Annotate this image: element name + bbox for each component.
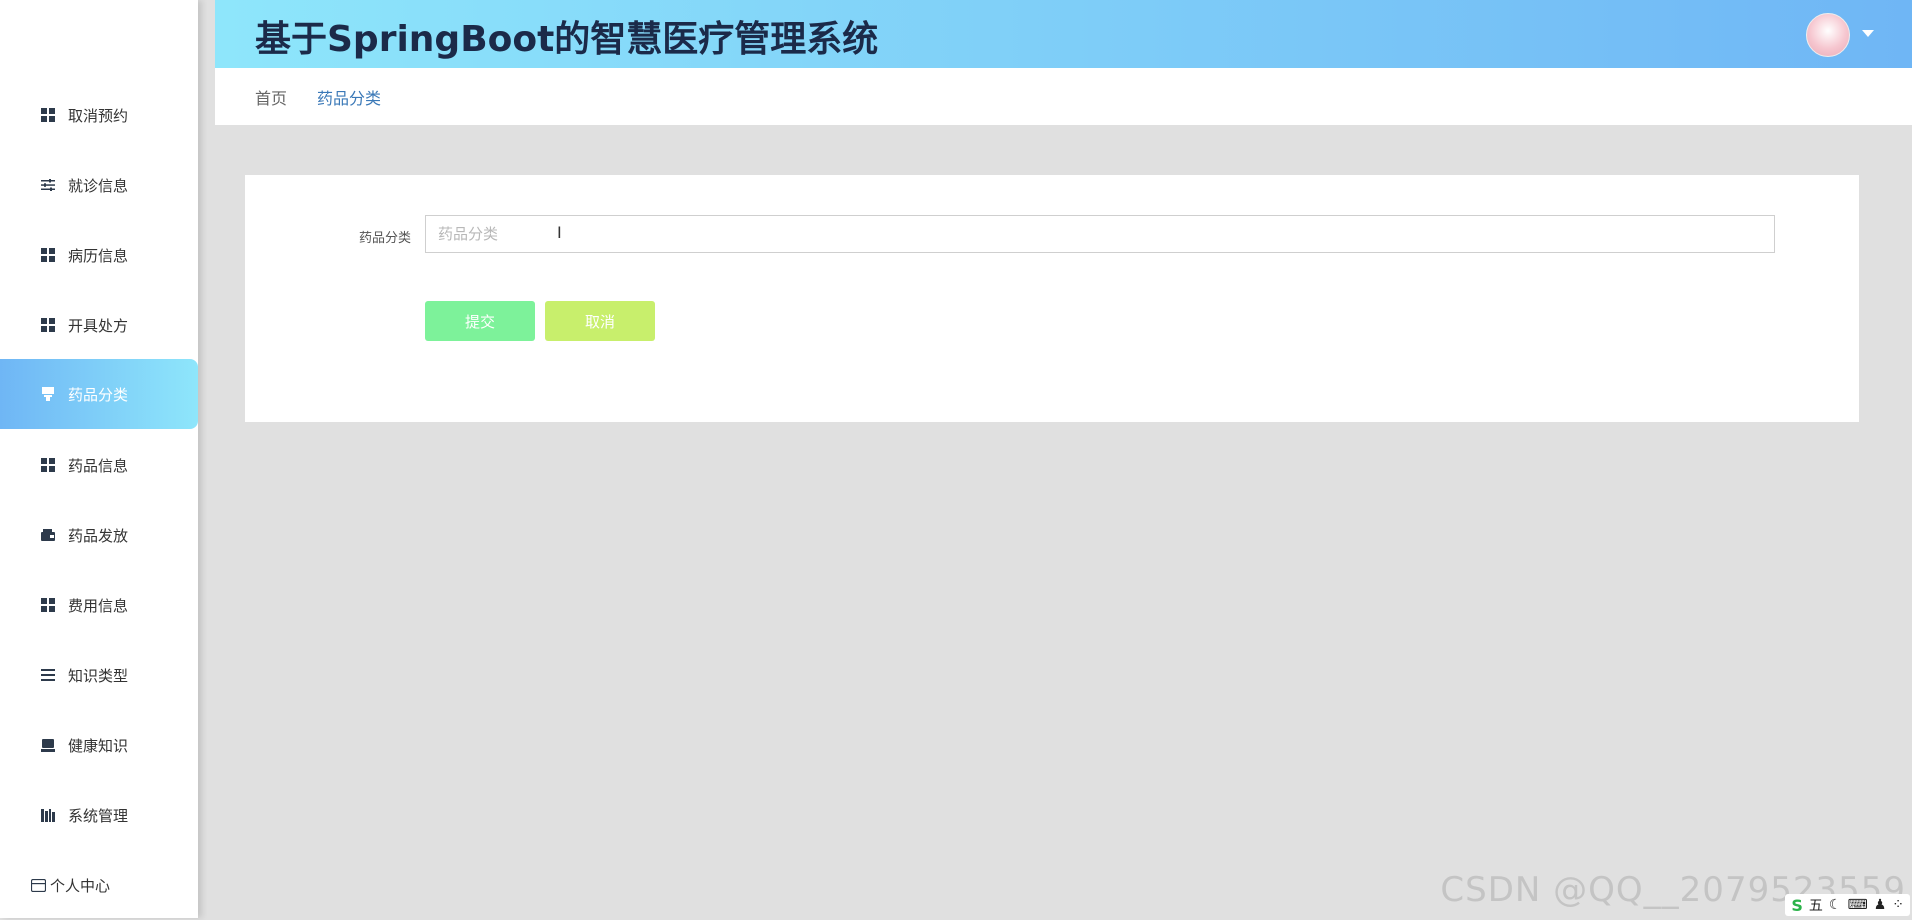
chevron-down-icon[interactable] — [1862, 30, 1874, 37]
sidebar-item-label: 个人中心 — [50, 876, 111, 895]
sidebar-item-label: 开具处方 — [68, 316, 129, 335]
sidebar-item-visit-info[interactable]: 就诊信息 — [0, 150, 198, 220]
grid-icon — [40, 597, 56, 613]
ime-tray[interactable]: S 五 ☾ ⌨ ♟ ⁘ — [1785, 894, 1910, 916]
sidebar-item-drug-dispense[interactable]: 药品发放 — [0, 500, 198, 570]
ime-logo: S — [1791, 895, 1803, 915]
sidebar-item-knowledge-type[interactable]: 知识类型 — [0, 640, 198, 710]
sidebar-item-cancel-appointment[interactable]: 取消预约 — [0, 80, 198, 150]
breadcrumb-home[interactable]: 首页 — [255, 85, 287, 109]
apps-icon: ⁘ — [1892, 897, 1904, 913]
sidebar-item-fee-info[interactable]: 费用信息 — [0, 570, 198, 640]
sidebar-item-label: 药品分类 — [68, 385, 129, 404]
sidebar-item-medical-records[interactable]: 病历信息 — [0, 220, 198, 290]
grid-icon — [40, 317, 56, 333]
sidebar-item-label: 知识类型 — [68, 666, 129, 685]
sidebar-item-drug-info[interactable]: 药品信息 — [0, 430, 198, 500]
books-icon — [40, 807, 56, 823]
monitor-icon — [40, 737, 56, 753]
sidebar-item-personal-center[interactable]: 个人中心 — [0, 850, 198, 920]
ime-mode: 五 — [1808, 898, 1823, 914]
top-header: 基于SpringBoot的智慧医疗管理系统 — [215, 0, 1912, 68]
sidebar: 取消预约 就诊信息 病历信息 开具处方 药品分类 药品信息 药品发放 费用信息 — [0, 0, 198, 918]
drug-category-input[interactable] — [425, 215, 1775, 253]
grid-icon — [40, 457, 56, 473]
wallet-icon — [40, 527, 56, 543]
sidebar-item-system-management[interactable]: 系统管理 — [0, 780, 198, 850]
submit-button[interactable]: 提交 — [425, 301, 535, 341]
sidebar-item-label: 健康知识 — [68, 736, 129, 755]
sidebar-item-label: 药品信息 — [68, 456, 129, 475]
grid-icon — [40, 247, 56, 263]
keyboard-icon: ⌨ — [1847, 897, 1868, 913]
sidebar-item-label: 费用信息 — [68, 596, 129, 615]
drug-category-label: 药品分类 — [359, 231, 412, 246]
sidebar-item-label: 就诊信息 — [68, 176, 129, 195]
sidebar-item-label: 病历信息 — [68, 246, 129, 265]
sidebar-item-health-knowledge[interactable]: 健康知识 — [0, 710, 198, 780]
app-title: 基于SpringBoot的智慧医疗管理系统 — [255, 19, 879, 60]
card-icon — [30, 877, 46, 893]
text-cursor-icon: I — [557, 223, 562, 242]
grid-icon — [40, 107, 56, 123]
sidebar-item-prescription[interactable]: 开具处方 — [0, 290, 198, 360]
breadcrumb: 首页 药品分类 — [215, 68, 1912, 125]
sidebar-item-label: 系统管理 — [68, 806, 129, 825]
cancel-button[interactable]: 取消 — [545, 301, 655, 341]
sidebar-item-label: 药品发放 — [68, 526, 129, 545]
sidebar-item-drug-category[interactable]: 药品分类 — [0, 359, 198, 429]
list-icon — [40, 667, 56, 683]
stamp-icon — [40, 386, 56, 402]
breadcrumb-current: 药品分类 — [317, 88, 382, 108]
avatar[interactable] — [1806, 13, 1850, 57]
moon-icon: ☾ — [1828, 897, 1842, 913]
sliders-icon — [40, 177, 56, 193]
sidebar-item-label: 取消预约 — [68, 106, 129, 125]
user-icon: ♟ — [1873, 897, 1887, 913]
form-card: 药品分类 I 提交 取消 — [245, 175, 1859, 422]
